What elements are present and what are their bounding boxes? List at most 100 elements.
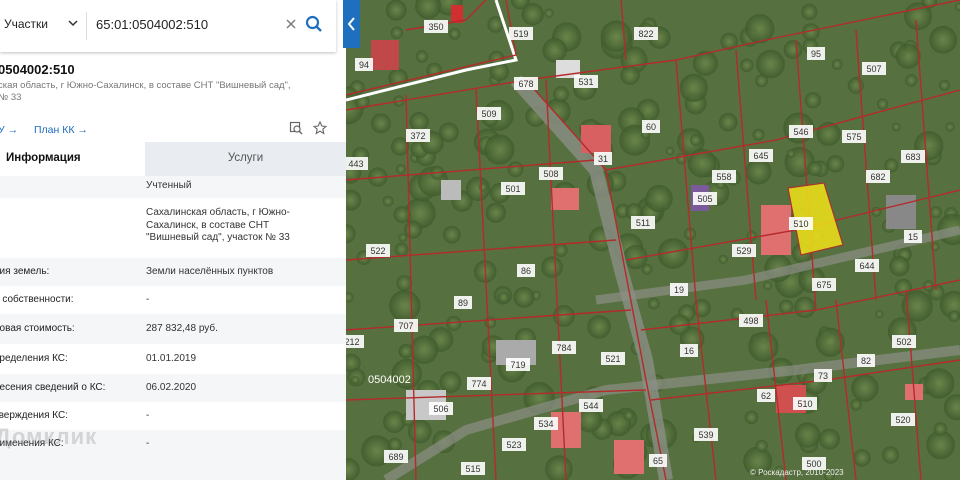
parcel-label[interactable]: 510 [793, 397, 817, 410]
parcel-label[interactable]: 372 [406, 129, 430, 142]
tree-texture [740, 58, 754, 72]
parcel-label[interactable]: 520 [891, 413, 915, 426]
parcel-label[interactable]: 443 [346, 157, 368, 170]
svg-text:558: 558 [716, 172, 731, 182]
svg-text:510: 510 [797, 399, 812, 409]
parcel-label[interactable]: 522 [366, 244, 390, 257]
parcel-label[interactable]: 546 [789, 125, 813, 138]
parcel-label[interactable]: 86 [517, 264, 535, 277]
svg-text:644: 644 [859, 261, 874, 271]
parcel-label[interactable]: 502 [892, 335, 916, 348]
svg-text:60: 60 [646, 122, 656, 132]
parcel-label[interactable]: 531 [574, 75, 598, 88]
tree-texture [779, 299, 794, 314]
search-input[interactable]: 65:01:0504002:510 [96, 17, 208, 32]
svg-text:520: 520 [895, 415, 910, 425]
parcel-label[interactable]: 544 [579, 399, 603, 412]
collapse-panel-button[interactable] [343, 0, 360, 48]
parcel-label[interactable]: 94 [355, 58, 373, 71]
parcel-label[interactable]: 682 [866, 170, 890, 183]
cadastral-map[interactable]: 350 519 822 95 507 94 678 531 509 372 60 546 575 645 6… [346, 0, 960, 480]
svg-text:73: 73 [818, 371, 828, 381]
tree-texture [485, 202, 506, 223]
parcel-label[interactable]: 645 [749, 149, 773, 162]
parcel-label[interactable]: 784 [552, 341, 576, 354]
parcel-label[interactable]: 350 [424, 20, 448, 33]
tree-texture [390, 26, 404, 39]
search-type-select[interactable]: Участки [4, 17, 48, 31]
search-icon[interactable] [305, 15, 323, 33]
parcel-label[interactable]: 95 [807, 47, 825, 60]
tree-texture [756, 49, 785, 79]
parcel-label[interactable]: 675 [812, 278, 836, 291]
svg-text:372: 372 [410, 131, 425, 141]
parcel-label[interactable]: 558 [712, 170, 736, 183]
tree-texture [804, 92, 821, 109]
parcel-label[interactable]: 62 [757, 389, 775, 402]
parcel-label[interactable]: 529 [732, 244, 756, 257]
tree-texture [794, 296, 816, 318]
parcel-label[interactable]: 212 [346, 335, 364, 348]
parcel-label[interactable]: 683 [901, 150, 925, 163]
info-tabs: Информация Услуги [0, 142, 346, 178]
field-row: ровая стоимость: 287 832,48 руб. [0, 314, 346, 344]
parcel-label[interactable]: 822 [634, 27, 658, 40]
parcel-label[interactable]: 89 [454, 296, 472, 309]
parcel-label[interactable]: 575 [842, 130, 866, 143]
parcel-label[interactable]: 519 [509, 27, 533, 40]
parcel-label[interactable]: 65 [649, 454, 667, 467]
parcel-label[interactable]: 16 [680, 344, 698, 357]
parcel-label[interactable]: 507 [862, 62, 886, 75]
parcel-label[interactable]: 523 [502, 438, 526, 451]
tree-texture [587, 315, 611, 339]
tree-texture [396, 275, 413, 291]
link-left[interactable]: У → [0, 124, 18, 136]
parcel-label[interactable]: 678 [514, 77, 538, 90]
field-row: Учтенный [0, 176, 346, 198]
parcel-label[interactable]: 539 [694, 428, 718, 441]
parcel-label[interactable]: 510 [789, 217, 813, 230]
tree-texture [892, 122, 901, 132]
parcel-label[interactable]: 509 [477, 107, 501, 120]
tree-texture [881, 446, 900, 464]
parcel-label[interactable]: 719 [506, 358, 530, 371]
parcel-label[interactable]: 19 [670, 283, 688, 296]
tree-texture [794, 422, 821, 448]
svg-text:31: 31 [598, 154, 608, 164]
parcel-label[interactable]: 534 [534, 417, 558, 430]
parcel-label[interactable]: 508 [539, 167, 563, 180]
parcel-label[interactable]: 501 [501, 182, 525, 195]
tab-information[interactable]: Информация [0, 142, 145, 178]
parcel-label[interactable]: 644 [855, 259, 879, 272]
close-icon[interactable] [285, 18, 297, 30]
parcel-label[interactable]: 774 [467, 377, 491, 390]
svg-text:678: 678 [518, 79, 533, 89]
parcel-label[interactable]: 505 [693, 192, 717, 205]
parcel-label[interactable]: 82 [857, 354, 875, 367]
parcel-label[interactable]: 73 [814, 369, 832, 382]
parcel-label[interactable]: 707 [394, 319, 418, 332]
map-canvas[interactable]: 350 519 822 95 507 94 678 531 509 372 60 546 575 645 6… [346, 0, 960, 480]
tab-services[interactable]: Услуги [145, 142, 346, 176]
tree-texture [718, 254, 728, 264]
parcel-label[interactable]: 515 [461, 462, 485, 475]
parcel-label[interactable]: 511 [631, 216, 655, 229]
parcel-info-panel: 0504002:510 ская область, г Южно-Сахалин… [0, 52, 346, 480]
field-row: несения сведений о КС: 06.02.2020 [0, 374, 346, 402]
parcel-label[interactable]: 31 [594, 152, 612, 165]
parcel-label[interactable]: 506 [429, 402, 453, 415]
tree-texture [905, 74, 918, 87]
parcel-label[interactable]: 498 [739, 314, 763, 327]
star-icon[interactable] [313, 121, 327, 135]
plan-kk-link[interactable]: План КК → [34, 124, 88, 136]
tree-texture [439, 371, 462, 393]
tree-texture [382, 195, 394, 207]
parcel-label[interactable]: 521 [601, 352, 625, 365]
building-roof [581, 125, 611, 153]
parcel-label[interactable]: 60 [642, 120, 660, 133]
parcel-label[interactable]: 689 [384, 450, 408, 463]
chevron-down-icon[interactable] [68, 18, 78, 28]
tree-texture [876, 98, 889, 110]
parcel-label[interactable]: 15 [904, 230, 922, 243]
search-map-icon[interactable] [289, 121, 303, 135]
